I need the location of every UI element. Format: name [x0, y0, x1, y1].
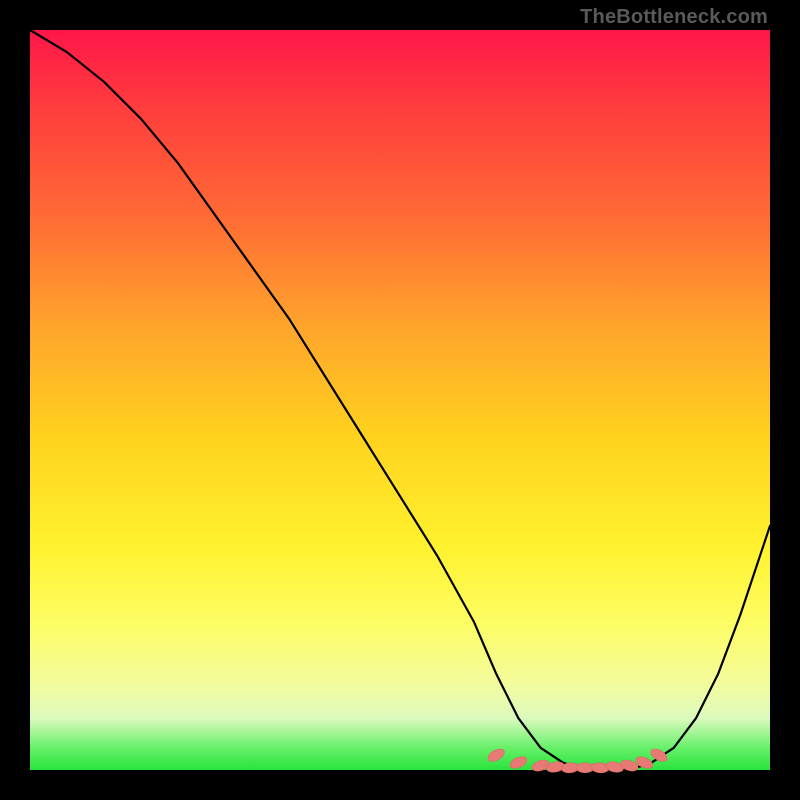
sweet-spot-marker	[486, 746, 507, 764]
attribution-text: TheBottleneck.com	[580, 6, 768, 29]
sweet-spot-marker	[508, 754, 529, 770]
chart-frame: TheBottleneck.com	[0, 0, 800, 800]
plot-area	[30, 30, 770, 770]
bottleneck-curve	[30, 30, 770, 770]
chart-svg	[30, 30, 770, 770]
marker-group	[486, 746, 669, 773]
